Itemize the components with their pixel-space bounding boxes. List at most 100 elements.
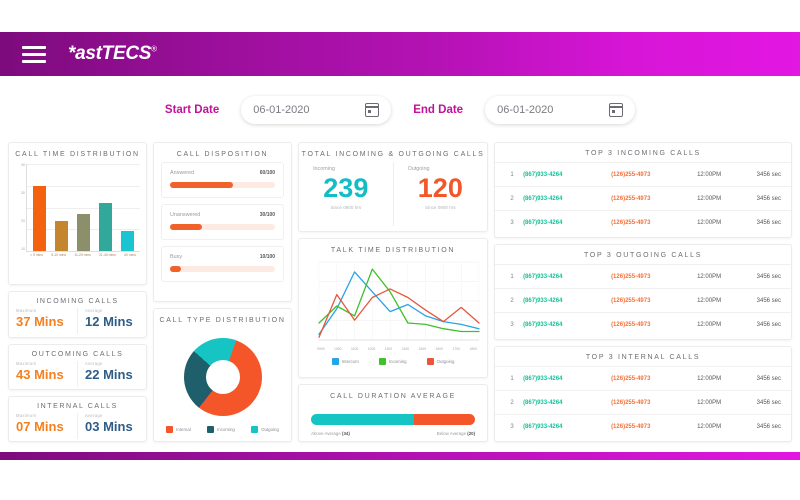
start-date-input[interactable]: 06-01-2020 (241, 96, 392, 124)
outgoing-label: Outgoing (407, 166, 430, 172)
bar-series (29, 164, 138, 251)
line-x-label: 1600 (435, 347, 444, 351)
start-date-value: 06-01-2020 (253, 104, 310, 116)
column-third: TOTAL INCOMING & OUTGOING CALLS Incoming… (298, 142, 489, 442)
table-row[interactable]: 2 (867)933-4264 (126)255-4973 12:00PM 3456 s… (495, 186, 791, 210)
talk-time-chart (305, 258, 481, 346)
duration-bar (311, 414, 476, 425)
stat-max: Maximum 07 Mins (9, 413, 77, 439)
outgoing-value: 120 (417, 173, 463, 203)
calendar-icon[interactable] (365, 103, 380, 117)
row-duration: 3456 sec (756, 297, 781, 304)
bar-x-label: 5-10 mins (51, 253, 67, 257)
stat-max-caption: Maximum (16, 360, 37, 366)
bar-x-label: 11-20 mins (74, 253, 91, 257)
disposition-item: Answered 60/100 (161, 162, 285, 198)
stat-avg-caption: Average (85, 308, 103, 314)
bar-chart-plot (26, 164, 141, 252)
bar-x-label: 40 mins (124, 253, 136, 257)
legend-swatch (331, 358, 339, 365)
end-date-input[interactable]: 06-01-2020 (485, 96, 636, 124)
row-time: 12:00PM (697, 375, 722, 382)
row-from-number: (867)933-4264 (523, 399, 563, 406)
disposition-track (170, 182, 276, 188)
table-row[interactable]: 1 (867)933-4264 (126)255-4973 12:00PM 3456 s… (495, 162, 791, 186)
stat-max-value: 37 Mins (16, 314, 64, 330)
row-to-number: (126)255-4973 (611, 423, 651, 430)
bar-x-label: < 5 mins (30, 253, 44, 257)
table-row[interactable]: 1 (867)933-4264 (126)255-4973 12:00PM 3456 s… (495, 264, 791, 288)
line-x-label: 1300 (384, 347, 393, 351)
top-internal-calls-table: TOP 3 INTERNAL CALLS 1 (867)933-4264 (126)… (494, 346, 792, 442)
logo-text: *astTECS (68, 43, 152, 64)
bar-1 (33, 185, 47, 251)
bar-4 (98, 203, 112, 251)
row-time: 12:00PM (697, 297, 722, 304)
line-x-label: 1200 (367, 347, 376, 351)
top-incoming-calls-table: TOP 3 INCOMING CALLS 1 (867)933-4264 (126)… (494, 142, 792, 238)
stat-avg-value: 22 Mins (85, 366, 133, 382)
footer-bar (0, 452, 800, 460)
start-date-label: Start Date (164, 104, 220, 116)
table-row[interactable]: 3 (867)933-4264 (126)255-4973 12:00PM 3456 s… (495, 414, 791, 438)
call-time-distribution-title: CALL TIME DISTRIBUTION (15, 151, 140, 158)
internal-calls-stat-card: INTERNAL CALLS Maximum 07 Mins Average 0… (8, 395, 148, 443)
legend-swatch (207, 426, 215, 433)
call-disposition-title: CALL DISPOSITION (176, 151, 269, 158)
table-row[interactable]: 1 (867)933-4264 (126)255-4973 12:00PM 3456 s… (495, 366, 791, 390)
donut-legend: Internal Incoming Outgoing (154, 426, 291, 441)
stat-avg-value: 03 Mins (85, 418, 133, 434)
line-x-label: 1800 (469, 347, 477, 351)
row-from-number: (867)933-4264 (523, 321, 563, 328)
table-row[interactable]: 3 (867)933-4264 (126)255-4973 12:00PM 3456 s… (495, 210, 791, 234)
stat-avg-value: 12 Mins (85, 314, 133, 330)
stat-max-value: 43 Mins (16, 366, 64, 382)
donut-chart (154, 328, 291, 426)
stat-avg: Average 22 Mins (77, 360, 146, 387)
row-to-number: (126)255-4973 (611, 375, 651, 382)
row-duration: 3456 sec (756, 273, 781, 280)
row-time: 12:00PM (697, 219, 722, 226)
column-tables: TOP 3 INCOMING CALLS 1 (867)933-4264 (126)… (494, 142, 792, 442)
registered-mark: ® (151, 44, 157, 54)
disposition-label: Busy (170, 254, 183, 260)
bar-3 (76, 214, 90, 251)
row-to-number: (126)255-4973 (611, 273, 651, 280)
disposition-fill (170, 266, 181, 272)
table-body: 1 (867)933-4264 (126)255-4973 12:00PM 3456 s… (495, 162, 791, 234)
call-duration-average-card: CALL DURATION AVERAGE Above Average (34)… (298, 384, 489, 442)
bar-x-label: 21-40 mins (99, 253, 116, 257)
table-title: TOP 3 INCOMING CALLS (585, 150, 701, 157)
disposition-fill (170, 224, 202, 230)
table-row[interactable]: 2 (867)933-4264 (126)255-4973 12:00PM 3456 s… (495, 390, 791, 414)
disposition-item: Unanswered 30/100 (161, 204, 285, 240)
calendar-icon[interactable] (609, 103, 624, 117)
row-index: 2 (510, 195, 514, 202)
hamburger-icon[interactable] (22, 45, 46, 63)
row-duration: 3456 sec (756, 219, 781, 226)
talk-time-title: TALK TIME DISTRIBUTION (330, 247, 456, 254)
legend-item: Outgoing (251, 426, 279, 433)
stat-title: INTERNAL CALLS (37, 402, 118, 410)
stat-max-caption: Maximum (16, 412, 37, 418)
donut-ring (183, 338, 262, 416)
legend-item: Internal (166, 426, 191, 433)
talk-time-distribution-card: TALK TIME DISTRIBUTION 0900 1000 1100 1200 1… (298, 238, 489, 378)
incoming-value: 239 (323, 173, 369, 203)
call-disposition-list: Answered 60/100 Unanswered 30/100 Busy 10/100 (154, 162, 291, 282)
legend-label: Outgoing (261, 427, 279, 432)
end-date-label: End Date (413, 104, 464, 116)
call-time-distribution-chart: 40 30 20 10 < 5 mins 5-10 mins 11-20 mins 21-4… (13, 163, 141, 266)
table-row[interactable]: 3 (867)933-4264 (126)255-4973 12:00PM 3456 s… (495, 312, 791, 336)
row-time: 12:00PM (697, 171, 722, 178)
row-from-number: (867)933-4264 (523, 375, 563, 382)
column-second: CALL DISPOSITION Answered 60/100 Unanswere… (153, 142, 293, 442)
disposition-track (170, 224, 276, 230)
row-from-number: (867)933-4264 (523, 195, 563, 202)
stat-max-value: 07 Mins (16, 418, 64, 434)
row-index: 2 (510, 297, 514, 304)
outcoming-calls-stat-card: OUTCOMING CALLS Maximum 43 Mins Average … (8, 343, 148, 390)
table-row[interactable]: 2 (867)933-4264 (126)255-4973 12:00PM 3456 s… (495, 288, 791, 312)
legend-label: Incoming (388, 359, 407, 364)
disposition-track (170, 266, 276, 272)
